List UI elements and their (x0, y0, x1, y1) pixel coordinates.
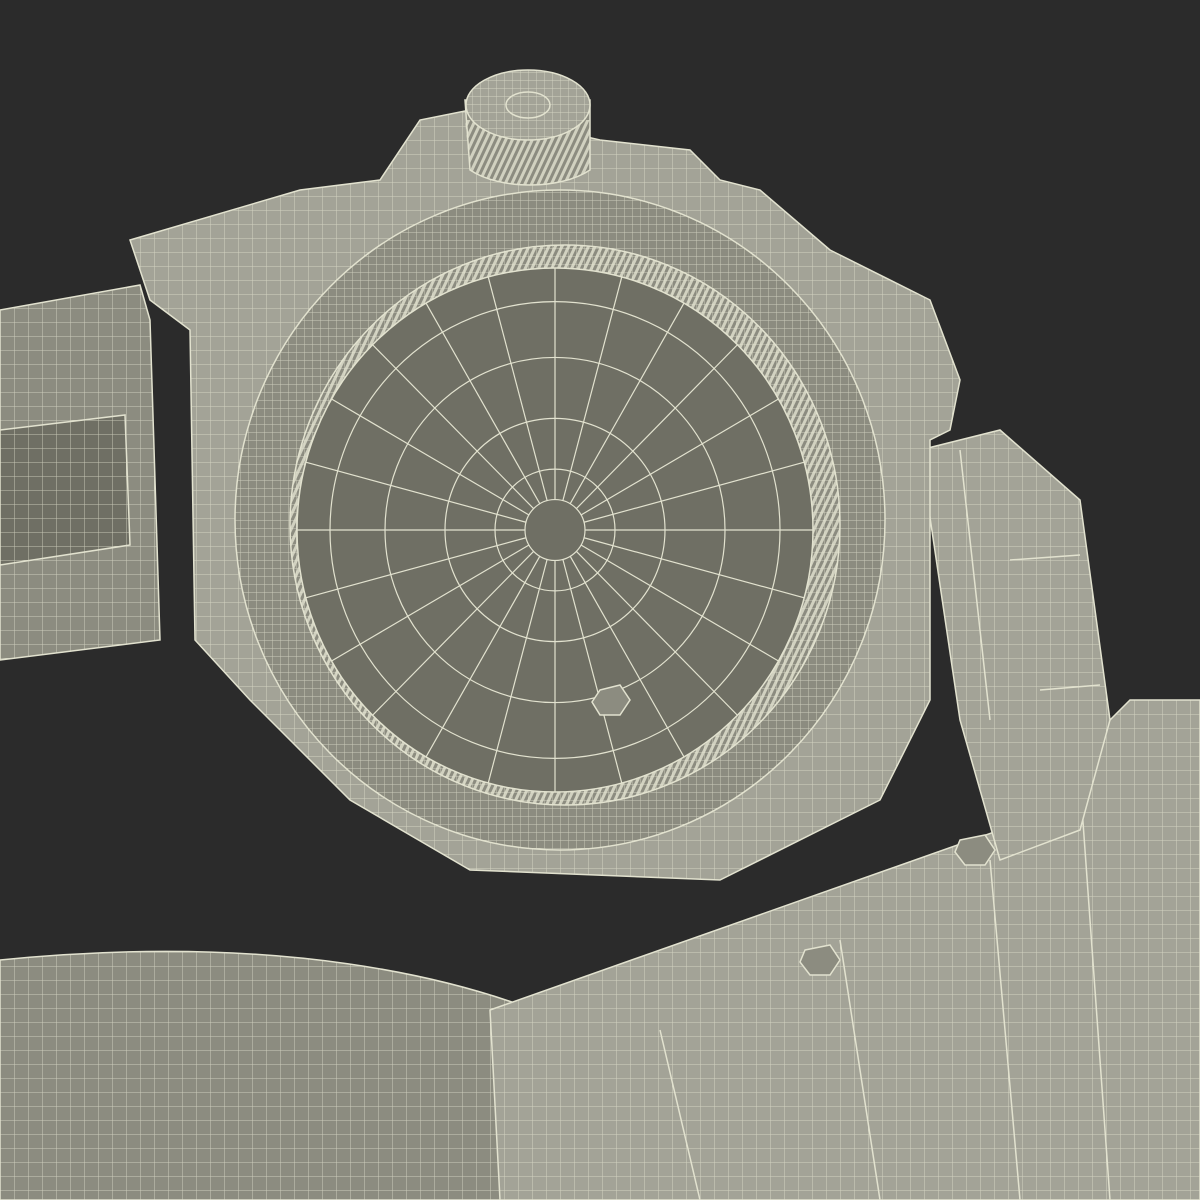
crown (464, 69, 591, 186)
watch-wireframe (0, 0, 1200, 1200)
left-bracelet (0, 284, 161, 661)
case-back (296, 267, 814, 793)
render-viewport (0, 0, 1200, 1200)
